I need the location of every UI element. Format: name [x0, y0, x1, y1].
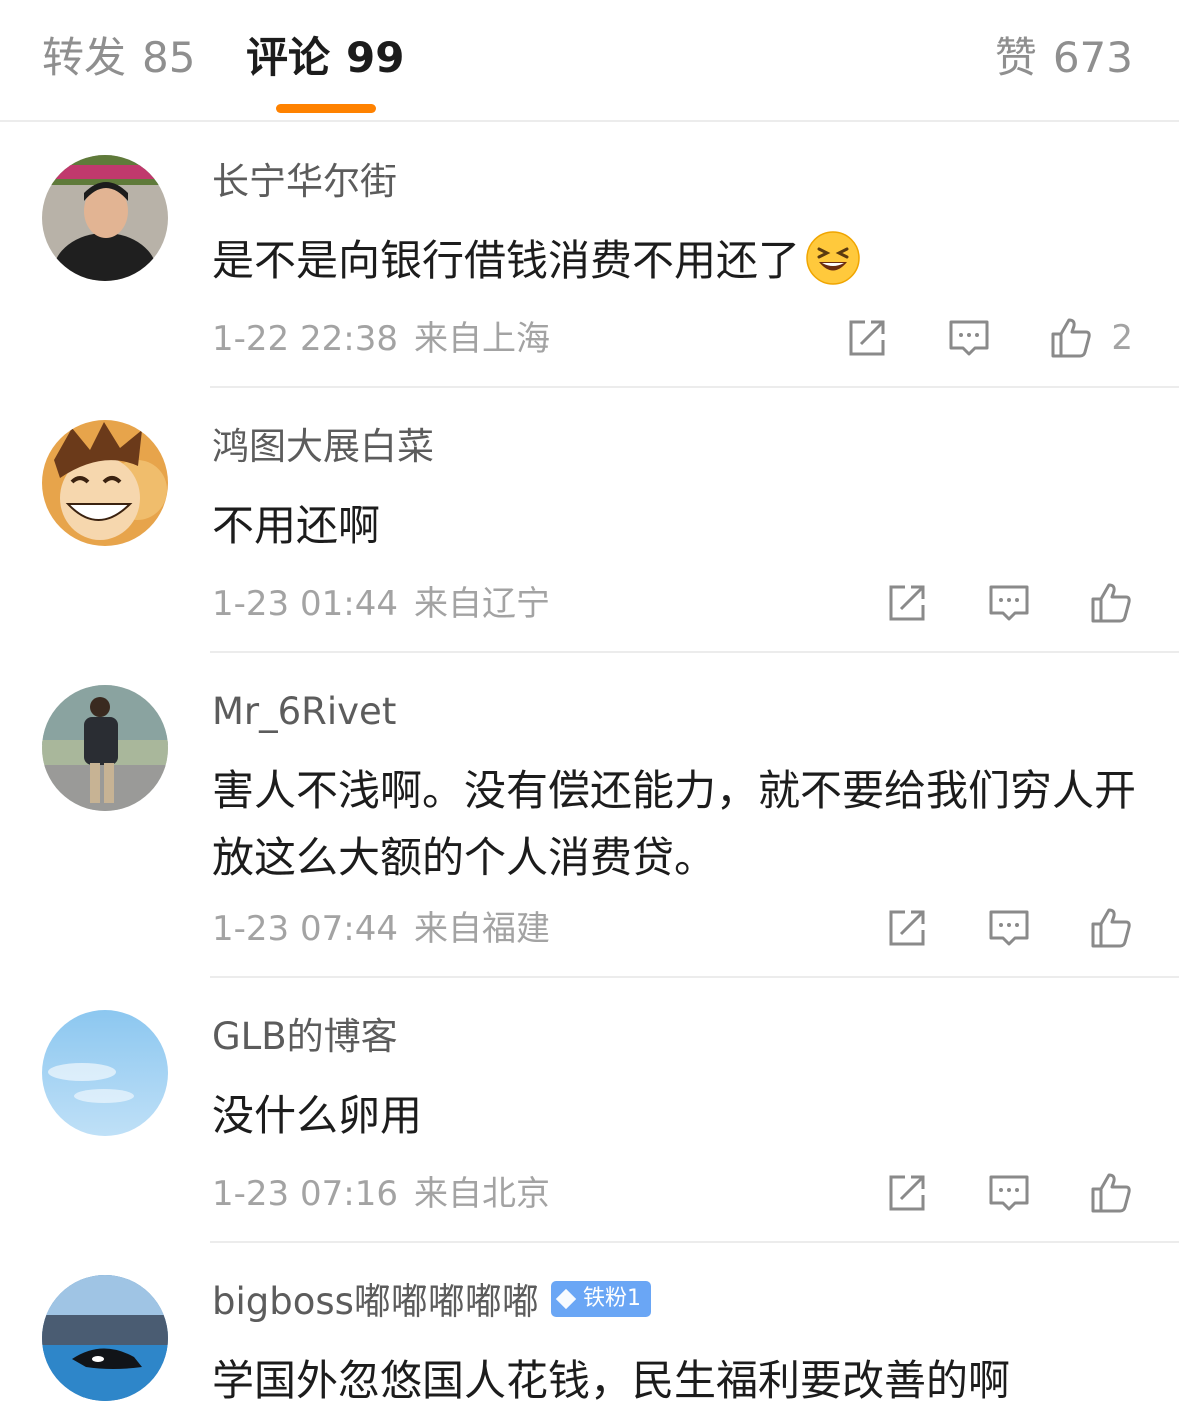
avatar[interactable] — [42, 1275, 168, 1401]
comment-username[interactable]: Mr_6Rivet — [212, 687, 396, 737]
comment-username[interactable]: bigboss嘟嘟嘟嘟嘟 铁粉1 — [212, 1277, 651, 1327]
comment-bubble-icon — [989, 585, 1029, 621]
fan-badge-label: 铁粉1 — [582, 1286, 641, 1311]
thumbs-up-icon — [1051, 318, 1092, 358]
reply-button[interactable] — [945, 314, 993, 362]
comment-username[interactable]: 长宁华尔街 — [212, 157, 397, 207]
share-square-icon — [889, 585, 925, 621]
comment-text-content: 没什么卵用 — [212, 1091, 423, 1140]
comment-item: 鸿图大展白菜 不用还啊 1-23 01:44 来自辽宁 — [0, 420, 1179, 653]
diamond-icon — [555, 1288, 577, 1310]
comment-bubble-icon — [989, 1175, 1029, 1211]
tab-repost-label: 转发 — [42, 33, 127, 82]
forward-button[interactable] — [883, 1169, 931, 1217]
share-square-icon — [889, 1175, 925, 1211]
comment-item: GLB的博客 没什么卵用 1-23 07:16 来自北京 — [0, 1010, 1179, 1243]
comment-meta: 1-23 07:44 来自福建 — [212, 907, 550, 951]
thumbs-up-icon — [1091, 1173, 1131, 1213]
like-count: 2 — [1111, 318, 1133, 358]
avatar[interactable] — [42, 420, 168, 546]
tab-comments-count: 99 — [346, 33, 405, 82]
tab-repost-count: 85 — [142, 33, 196, 82]
avatar[interactable] — [42, 685, 168, 811]
comment-bubble-icon — [949, 320, 989, 356]
comment-divider — [210, 1241, 1179, 1243]
comment-time: 1-23 01:44 — [212, 584, 398, 624]
reply-button[interactable] — [985, 1169, 1033, 1217]
comment-location: 来自辽宁 — [413, 584, 550, 624]
comment-item: 长宁华尔街 是不是向银行借钱消费不用还了 1-22 22:38 来自上海 2 — [0, 155, 1179, 388]
comment-text-content: 害人不浅啊。没有偿还能力，就不要给我们穷人开放这么大额的个人消费贷。 — [212, 766, 1137, 882]
comment-divider — [210, 651, 1179, 653]
comment-text-content: 不用还啊 — [212, 501, 381, 550]
comment-item: Mr_6Rivet 害人不浅啊。没有偿还能力，就不要给我们穷人开放这么大额的个人… — [0, 685, 1179, 978]
like-button[interactable] — [1087, 1169, 1135, 1217]
forward-button[interactable] — [883, 904, 931, 952]
comment-text: 是不是向银行借钱消费不用还了 — [212, 227, 1152, 294]
comment-text: 学国外忽悠国人花钱，民生福利要改善的啊 — [212, 1347, 1152, 1414]
comment-location: 来自福建 — [413, 909, 550, 949]
fan-badge[interactable]: 铁粉1 — [550, 1281, 651, 1317]
avatar-sky — [42, 1010, 168, 1136]
comment-meta: 1-22 22:38 来自上海 — [212, 317, 550, 361]
share-square-icon — [849, 320, 885, 356]
comment-username[interactable]: GLB的博客 — [212, 1012, 398, 1062]
comment-text: 没什么卵用 — [212, 1082, 1152, 1149]
comment-text-content: 学国外忽悠国人花钱，民生福利要改善的啊 — [212, 1356, 1011, 1405]
comment-actions — [829, 579, 1135, 627]
avatar-photo-backpack — [42, 685, 168, 811]
tab-likes-label: 赞 — [994, 33, 1037, 82]
comment-username[interactable]: 鸿图大展白菜 — [212, 422, 434, 472]
comment-meta: 1-23 07:16 来自北京 — [212, 1172, 550, 1216]
avatar[interactable] — [42, 1010, 168, 1136]
tab-comments-label: 评论 — [246, 33, 331, 82]
comment-actions — [829, 1169, 1135, 1217]
tab-likes[interactable]: 赞 673 — [995, 30, 1133, 86]
thumbs-up-icon — [1091, 908, 1131, 948]
reply-button[interactable] — [985, 579, 1033, 627]
comment-meta: 1-23 01:44 来自辽宁 — [212, 582, 550, 626]
forward-button[interactable] — [843, 314, 891, 362]
share-square-icon — [889, 910, 925, 946]
comment-location: 来自北京 — [413, 1174, 550, 1214]
comment-text: 不用还啊 — [212, 492, 1152, 559]
laughing-squint-emoji — [806, 231, 860, 285]
comment-actions: 2 — [789, 314, 1133, 362]
tab-comments[interactable]: 评论 99 — [246, 30, 404, 86]
comment-item: bigboss嘟嘟嘟嘟嘟 铁粉1 学国外忽悠国人花钱，民生福利要改善的啊 — [0, 1275, 1179, 1415]
like-button[interactable] — [1047, 314, 1095, 362]
comment-bubble-icon — [989, 910, 1029, 946]
tab-repost[interactable]: 转发 85 — [42, 30, 195, 86]
comment-divider — [210, 976, 1179, 978]
comment-time: 1-23 07:16 — [212, 1174, 398, 1214]
comment-text-content: 是不是向银行借钱消费不用还了 — [212, 236, 801, 285]
comment-actions — [829, 904, 1135, 952]
thumbs-up-icon — [1091, 583, 1131, 623]
comment-time: 1-22 22:38 — [212, 319, 398, 359]
avatar-photo-man — [42, 155, 168, 281]
comment-location: 来自上海 — [413, 319, 550, 359]
avatar[interactable] — [42, 155, 168, 281]
comment-tab-bar: 转发 85 评论 99 赞 673 — [0, 0, 1179, 122]
active-tab-indicator — [276, 104, 376, 113]
reply-button[interactable] — [985, 904, 1033, 952]
comment-username-text: bigboss嘟嘟嘟嘟嘟 — [212, 1280, 539, 1323]
avatar-orca-show — [42, 1275, 168, 1401]
like-button[interactable] — [1087, 904, 1135, 952]
comment-divider — [210, 386, 1179, 388]
comment-text: 害人不浅啊。没有偿还能力，就不要给我们穷人开放这么大额的个人消费贷。 — [212, 757, 1152, 891]
comment-time: 1-23 07:44 — [212, 909, 398, 949]
tab-likes-count: 673 — [1052, 33, 1133, 82]
avatar-cartoon-boy — [42, 420, 168, 546]
like-button[interactable] — [1087, 579, 1135, 627]
forward-button[interactable] — [883, 579, 931, 627]
